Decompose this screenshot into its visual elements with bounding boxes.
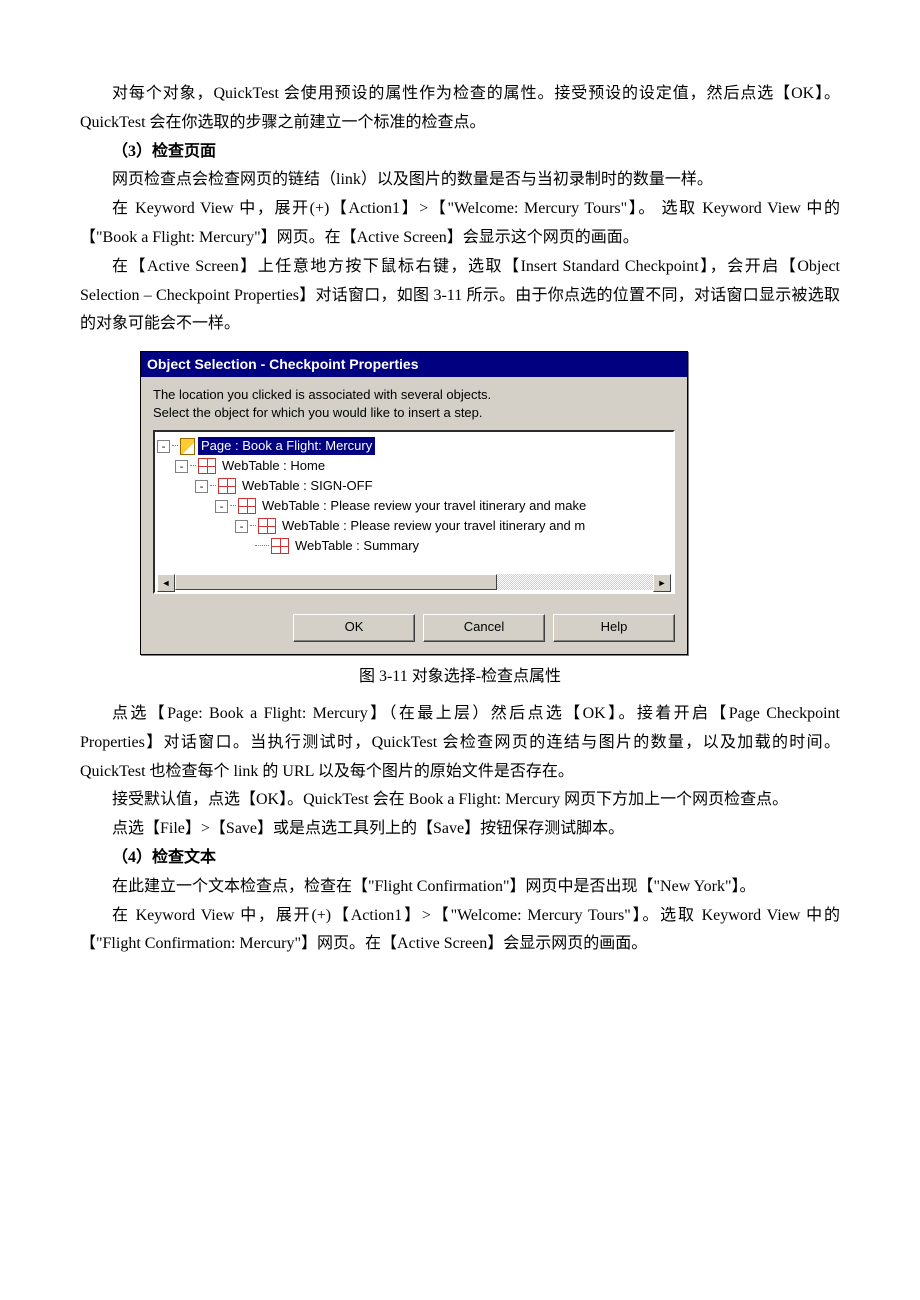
heading-4: （4）检查文本 [80,844,840,873]
expander-icon[interactable]: - [195,480,208,493]
scroll-left-icon[interactable]: ◄ [157,574,175,592]
tree-connector [255,545,269,547]
paragraph-9: 在 Keyword View 中，展开(+)【Action1】>【"Welcom… [80,902,840,960]
paragraph-4: 在【Active Screen】上任意地方按下鼠标右键，选取【Insert St… [80,253,840,339]
expander-icon[interactable]: - [215,500,228,513]
paragraph-2: 网页检查点会检查网页的链结（link）以及图片的数量是否与当初录制时的数量一样。 [80,166,840,195]
help-button[interactable]: Help [553,614,675,642]
tree-node-webtable-summary[interactable]: WebTable : Summary [157,536,671,556]
tree-connector [190,465,196,467]
tree-label: WebTable : SIGN-OFF [239,477,376,495]
webtable-icon [238,498,256,514]
tree-node-page[interactable]: - Page : Book a Flight: Mercury [157,436,671,456]
webtable-icon [198,458,216,474]
tree-node-webtable-signoff[interactable]: - WebTable : SIGN-OFF [157,476,671,496]
dialog-button-row: OK Cancel Help [141,604,687,654]
tree-label: WebTable : Please review your travel iti… [279,517,588,535]
webtable-icon [258,518,276,534]
scrollbar-track[interactable] [175,574,653,590]
tree-connector [172,445,178,447]
dialog-instruction-2: Select the object for which you would li… [153,405,675,421]
tree-label: Page : Book a Flight: Mercury [198,437,375,455]
tree-connector [250,525,256,527]
dialog-titlebar: Object Selection - Checkpoint Properties [141,352,687,377]
object-selection-dialog: Object Selection - Checkpoint Properties… [140,351,688,655]
tree-connector [230,505,236,507]
tree-node-webtable-itinerary-2[interactable]: - WebTable : Please review your travel i… [157,516,671,536]
expander-icon[interactable]: - [157,440,170,453]
paragraph-5: 点选【Page: Book a Flight: Mercury】（在最上层）然后… [80,700,840,786]
paragraph-6: 接受默认值，点选【OK】。QuickTest 会在 Book a Flight:… [80,786,840,815]
scroll-right-icon[interactable]: ► [653,574,671,592]
figure-caption: 图 3-11 对象选择-检查点属性 [80,663,840,692]
tree-label: WebTable : Please review your travel iti… [259,497,589,515]
object-tree[interactable]: - Page : Book a Flight: Mercury - WebTab… [153,430,675,594]
tree-node-webtable-home[interactable]: - WebTable : Home [157,456,671,476]
tree-node-webtable-itinerary-1[interactable]: - WebTable : Please review your travel i… [157,496,671,516]
cancel-button[interactable]: Cancel [423,614,545,642]
dialog-instruction-1: The location you clicked is associated w… [153,387,675,403]
horizontal-scrollbar[interactable]: ◄ ► [157,573,671,590]
webtable-icon [218,478,236,494]
paragraph-1: 对每个对象，QuickTest 会使用预设的属性作为检查的属性。接受预设的设定值… [80,80,840,138]
expander-icon[interactable]: - [235,520,248,533]
heading-3: （3）检查页面 [80,138,840,167]
scrollbar-thumb[interactable] [175,574,497,590]
dialog-figure: Object Selection - Checkpoint Properties… [140,351,840,655]
paragraph-7: 点选【File】>【Save】或是点选工具列上的【Save】按钮保存测试脚本。 [80,815,840,844]
page-icon [180,438,195,455]
tree-label: WebTable : Home [219,457,328,475]
tree-label: WebTable : Summary [292,537,422,555]
paragraph-3: 在 Keyword View 中，展开(+)【Action1】>【"Welcom… [80,195,840,253]
tree-connector [210,485,216,487]
expander-icon[interactable]: - [175,460,188,473]
ok-button[interactable]: OK [293,614,415,642]
webtable-icon [271,538,289,554]
paragraph-8a: 在此建立一个文本检查点，检查在【"Flight Confirmation"】网页… [80,873,840,902]
